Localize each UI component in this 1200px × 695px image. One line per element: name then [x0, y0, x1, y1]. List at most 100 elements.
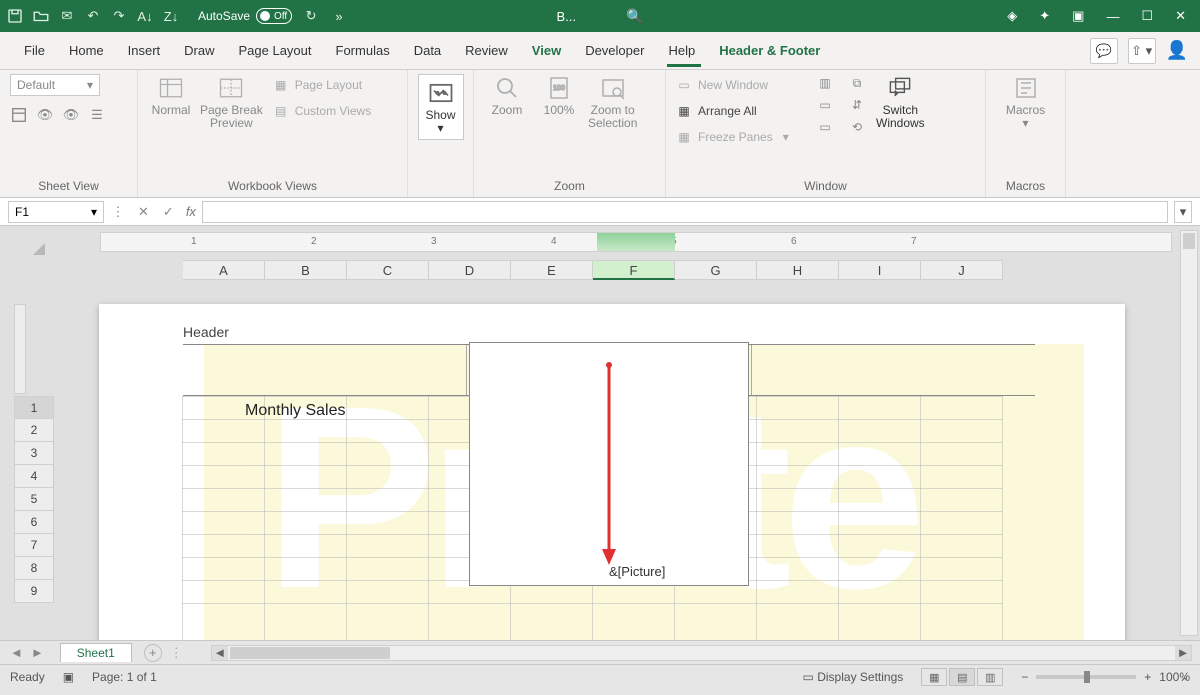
comments-button[interactable]: 💬	[1090, 38, 1118, 64]
vertical-scrollbar[interactable]	[1180, 230, 1198, 636]
tab-insert[interactable]: Insert	[116, 32, 173, 69]
keep-icon[interactable]	[10, 106, 28, 124]
sheet-nav-prev-icon[interactable]: ◄	[10, 645, 23, 660]
header-right[interactable]	[752, 345, 1035, 395]
header-left[interactable]	[183, 345, 467, 395]
page-break-preview-button[interactable]: Page Break Preview	[200, 74, 263, 130]
split-icon[interactable]: ▥	[816, 74, 834, 92]
autosave-toggle[interactable]: AutoSave Off	[198, 8, 292, 24]
sheet-nav-next-icon[interactable]: ►	[31, 645, 44, 660]
maximize-button[interactable]: ☐	[1141, 8, 1153, 24]
ribbon-display-icon[interactable]: ▣	[1072, 8, 1084, 24]
unhide-icon[interactable]: ▭	[816, 118, 834, 136]
scroll-right-icon[interactable]: ►	[1175, 646, 1191, 660]
tab-header-footer[interactable]: Header & Footer	[707, 32, 832, 69]
hide-icon[interactable]: ▭	[816, 96, 834, 114]
new-icon[interactable]: 👁	[62, 106, 80, 124]
search-icon[interactable]: 🔍	[626, 8, 643, 25]
col-G[interactable]: G	[675, 260, 757, 280]
diamond-icon[interactable]: ◈	[1007, 8, 1017, 24]
zoom-100-button[interactable]: 100 100%	[536, 74, 582, 117]
select-all-triangle[interactable]	[0, 226, 48, 258]
cell-a1-value[interactable]: Monthly Sales	[245, 402, 346, 420]
normal-shortcut[interactable]: ▦	[921, 668, 947, 686]
collapse-ribbon-icon[interactable]: ⌃	[1179, 675, 1190, 691]
zoom-in-button[interactable]: +	[1144, 670, 1151, 684]
col-B[interactable]: B	[265, 260, 347, 280]
record-macro-icon[interactable]: ▣	[63, 670, 74, 684]
page-layout-shortcut[interactable]: ▤	[949, 668, 975, 686]
row-9[interactable]: 9	[14, 580, 54, 603]
add-sheet-button[interactable]: +	[144, 644, 162, 662]
col-F[interactable]: F	[593, 260, 675, 280]
accept-formula-icon[interactable]: ✓	[163, 204, 174, 220]
tab-formulas[interactable]: Formulas	[324, 32, 402, 69]
view-side-icon[interactable]: ⧉	[848, 74, 866, 92]
col-C[interactable]: C	[347, 260, 429, 280]
row-3[interactable]: 3	[14, 442, 54, 465]
scroll-left-icon[interactable]: ◄	[212, 646, 228, 660]
row-2[interactable]: 2	[14, 419, 54, 442]
tab-draw[interactable]: Draw	[172, 32, 226, 69]
exit-icon[interactable]: 👁	[36, 106, 54, 124]
macros-button[interactable]: Macros▾	[1003, 74, 1049, 130]
arrange-all-button[interactable]: ▦Arrange All	[676, 100, 806, 122]
row-7[interactable]: 7	[14, 534, 54, 557]
sort-desc-icon[interactable]: Z↓	[162, 7, 180, 25]
row-4[interactable]: 4	[14, 465, 54, 488]
row-8[interactable]: 8	[14, 557, 54, 580]
col-A[interactable]: A	[183, 260, 265, 280]
custom-views-button[interactable]: ▤Custom Views	[273, 100, 371, 122]
save-icon[interactable]	[6, 7, 24, 25]
name-box[interactable]: F1▾	[8, 201, 104, 223]
zoom-slider[interactable]	[1036, 675, 1136, 679]
col-D[interactable]: D	[429, 260, 511, 280]
tab-split-grip[interactable]: ⋮	[162, 645, 191, 661]
col-H[interactable]: H	[757, 260, 839, 280]
sheet-view-selector[interactable]: Default▾	[10, 74, 100, 96]
reset-position-icon[interactable]: ⟲	[848, 118, 866, 136]
share-button[interactable]: ⇧ ▾	[1128, 38, 1156, 64]
display-settings-button[interactable]: ▭ Display Settings	[803, 670, 904, 684]
row-6[interactable]: 6	[14, 511, 54, 534]
undo-icon[interactable]: ↶	[84, 7, 102, 25]
tab-view[interactable]: View	[520, 32, 573, 69]
tab-page-layout[interactable]: Page Layout	[227, 32, 324, 69]
minimize-button[interactable]: —	[1106, 9, 1119, 24]
formula-input[interactable]	[202, 201, 1168, 223]
tab-developer[interactable]: Developer	[573, 32, 656, 69]
normal-view-button[interactable]: Normal	[148, 74, 194, 117]
show-dropdown[interactable]: Show▾	[418, 74, 464, 140]
tab-review[interactable]: Review	[453, 32, 520, 69]
refresh-icon[interactable]: ↻	[302, 7, 320, 25]
row-1[interactable]: 1	[14, 396, 54, 419]
redo-icon[interactable]: ↷	[110, 7, 128, 25]
col-J[interactable]: J	[921, 260, 1003, 280]
tab-home[interactable]: Home	[57, 32, 116, 69]
cancel-formula-icon[interactable]: ✕	[138, 204, 149, 220]
fx-label[interactable]: fx	[180, 204, 202, 219]
mail-icon[interactable]: ✉	[58, 7, 76, 25]
col-E[interactable]: E	[511, 260, 593, 280]
col-I[interactable]: I	[839, 260, 921, 280]
open-icon[interactable]	[32, 7, 50, 25]
row-5[interactable]: 5	[14, 488, 54, 511]
page-break-shortcut[interactable]: ▥	[977, 668, 1003, 686]
sheet-tab-sheet1[interactable]: Sheet1	[60, 643, 132, 662]
switch-windows-button[interactable]: Switch Windows	[876, 74, 925, 130]
zoom-to-selection-button[interactable]: Zoom to Selection	[588, 74, 637, 130]
close-button[interactable]: ✕	[1175, 8, 1186, 24]
tab-data[interactable]: Data	[402, 32, 453, 69]
formula-expand-icon[interactable]: ▾	[1174, 201, 1192, 223]
qat-more-icon[interactable]: »	[330, 7, 348, 25]
freeze-panes-button[interactable]: ▦Freeze Panes▾	[676, 126, 806, 148]
horizontal-scrollbar[interactable]: ◄ ►	[211, 645, 1192, 661]
header-center-editor[interactable]: &[Picture]	[469, 342, 749, 586]
sort-asc-icon[interactable]: A↓	[136, 7, 154, 25]
sync-scroll-icon[interactable]: ⇵	[848, 96, 866, 114]
tab-file[interactable]: File	[12, 32, 57, 69]
account-icon[interactable]: 👤	[1166, 40, 1188, 61]
page-layout-button[interactable]: ▦Page Layout	[273, 74, 371, 96]
new-window-button[interactable]: ▭New Window	[676, 74, 806, 96]
zoom-out-button[interactable]: −	[1021, 670, 1028, 684]
